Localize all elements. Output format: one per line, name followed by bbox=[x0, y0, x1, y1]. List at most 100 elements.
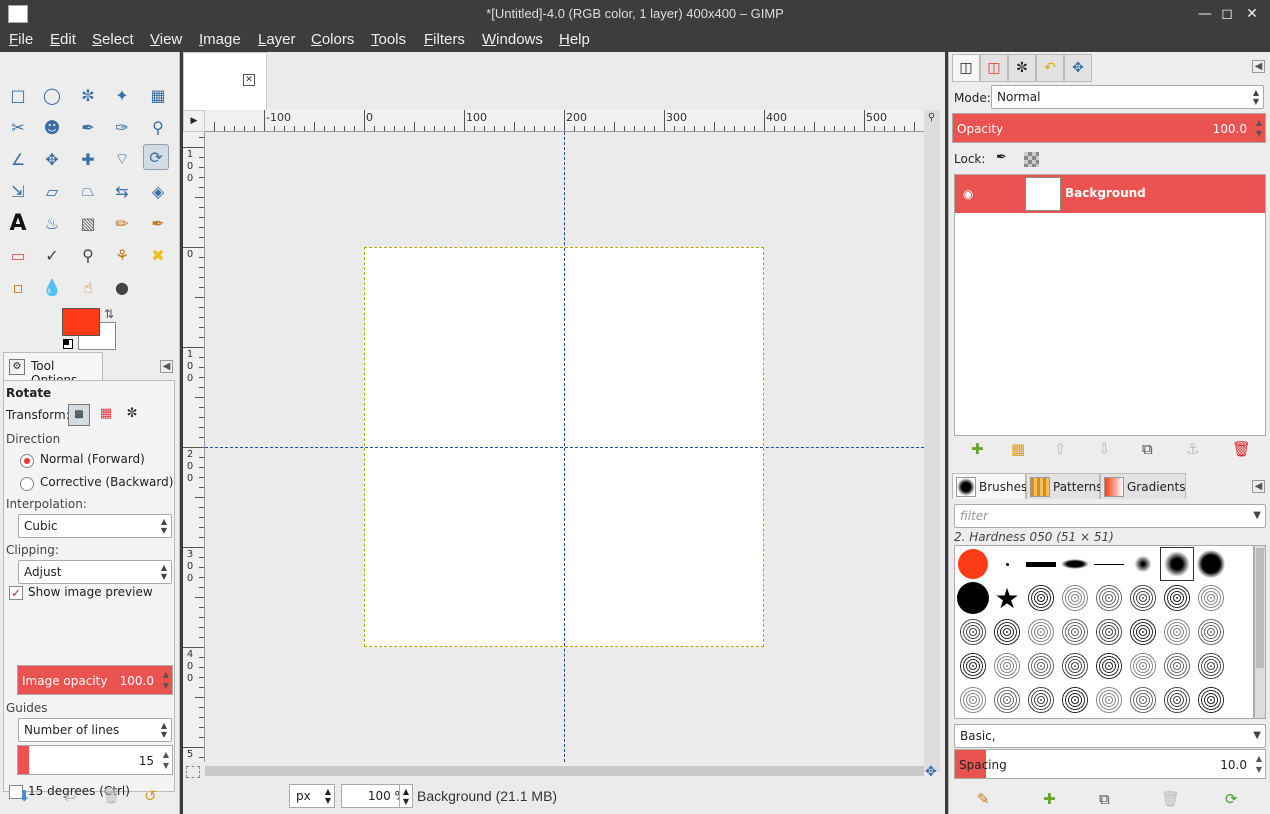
default-colors-icon[interactable] bbox=[63, 339, 73, 349]
blur-icon[interactable]: 💧 bbox=[39, 274, 65, 300]
brush-cell[interactable] bbox=[956, 547, 990, 581]
zoom-image-icon[interactable]: ⚲ bbox=[925, 112, 938, 126]
menu-image[interactable]: Image bbox=[199, 31, 241, 48]
duplicate-layer-icon[interactable]: ⧉ bbox=[1142, 440, 1153, 458]
new-brush-icon[interactable]: ✚ bbox=[1043, 790, 1056, 808]
transform-path-icon[interactable]: ✼ bbox=[124, 407, 140, 423]
brush-cell[interactable] bbox=[1024, 547, 1058, 581]
lower-layer-icon[interactable]: ⇩ bbox=[1098, 440, 1111, 458]
lock-alpha-icon[interactable] bbox=[1024, 152, 1039, 167]
layer-row[interactable]: ◉ Background bbox=[955, 175, 1265, 213]
layers-tab-icon[interactable]: ◫ bbox=[952, 54, 980, 82]
rotate-icon[interactable]: ⟳ bbox=[143, 144, 169, 170]
horizontal-scrollbar[interactable] bbox=[205, 766, 924, 776]
crop-icon[interactable]: ⌔ bbox=[109, 146, 135, 172]
free-select-icon[interactable]: ✼ bbox=[75, 82, 101, 108]
navigate-icon[interactable] bbox=[186, 766, 200, 778]
blend-icon[interactable]: ▧ bbox=[75, 210, 101, 236]
brush-cell[interactable] bbox=[956, 581, 990, 615]
brush-cell[interactable] bbox=[1194, 547, 1228, 581]
brush-scrollbar[interactable] bbox=[1254, 545, 1266, 719]
tab-patterns[interactable]: Patterns bbox=[1026, 473, 1102, 499]
brush-cell[interactable] bbox=[1160, 649, 1194, 683]
tab-gradients[interactable]: Gradients bbox=[1100, 473, 1186, 499]
anchor-layer-icon[interactable]: ⚓ bbox=[1186, 440, 1199, 458]
menu-colors[interactable]: Colors bbox=[311, 31, 354, 48]
clone-icon[interactable]: ⚘ bbox=[109, 242, 135, 268]
align-icon[interactable]: ✚ bbox=[75, 146, 101, 172]
panel-menu-icon[interactable]: ◀ bbox=[1252, 480, 1265, 493]
menu-file[interactable]: File bbox=[9, 31, 33, 48]
navigate-image-icon[interactable]: ✥ bbox=[925, 764, 937, 780]
eraser-icon[interactable]: ▭ bbox=[5, 242, 31, 268]
brush-cell[interactable] bbox=[1126, 649, 1160, 683]
smudge-icon[interactable]: ☝ bbox=[75, 274, 101, 300]
brush-cell[interactable] bbox=[1092, 615, 1126, 649]
canvas-viewport[interactable] bbox=[205, 132, 924, 762]
perspective-icon[interactable]: ⏢ bbox=[75, 178, 101, 204]
restore-options-icon[interactable]: ↩ bbox=[64, 789, 77, 807]
airbrush-icon[interactable]: ✓ bbox=[39, 242, 65, 268]
image-tab[interactable]: ✕ bbox=[183, 52, 267, 110]
pencil-icon[interactable]: ✏ bbox=[109, 210, 135, 236]
heal-icon[interactable]: ✖ bbox=[145, 242, 171, 268]
brush-cell[interactable] bbox=[1058, 581, 1092, 615]
transform-selection-icon[interactable]: ▦ bbox=[98, 407, 114, 423]
brush-cell[interactable] bbox=[990, 615, 1024, 649]
menu-select[interactable]: Select bbox=[92, 31, 134, 48]
brush-cell[interactable] bbox=[1024, 615, 1058, 649]
delete-brush-icon[interactable]: 🗑 bbox=[1161, 790, 1180, 808]
mode-select[interactable]: Normal ▲ ▼ bbox=[991, 85, 1264, 109]
menu-layer[interactable]: Layer bbox=[258, 31, 296, 48]
channels-tab-icon[interactable]: ◫ bbox=[980, 54, 1008, 82]
brush-cell[interactable] bbox=[1024, 649, 1058, 683]
menu-windows[interactable]: Windows bbox=[482, 31, 543, 48]
paintbrush-icon[interactable]: ✒ bbox=[145, 210, 171, 236]
scissors-select-icon[interactable]: ✂ bbox=[5, 114, 31, 140]
interpolation-select[interactable]: Cubic ▲ ▼ bbox=[18, 514, 172, 538]
menu-view[interactable]: View bbox=[150, 31, 182, 48]
brush-cell[interactable] bbox=[990, 683, 1024, 717]
image-canvas[interactable] bbox=[364, 247, 764, 647]
eye-icon[interactable]: ◉ bbox=[963, 187, 973, 201]
undo-history-tab-icon[interactable]: ↶ bbox=[1036, 54, 1064, 82]
fuzzy-select-icon[interactable]: ✦ bbox=[109, 82, 135, 108]
tab-brushes[interactable]: Brushes bbox=[952, 473, 1027, 499]
panel-menu-icon[interactable]: ◀ bbox=[160, 360, 173, 373]
cage-transform-icon[interactable]: ◈ bbox=[145, 178, 171, 204]
edit-brush-icon[interactable]: ✎ bbox=[977, 790, 990, 808]
brush-cell[interactable] bbox=[1058, 683, 1092, 717]
perspective-clone-icon[interactable]: ▫ bbox=[5, 274, 31, 300]
foreground-select-icon[interactable]: ☻ bbox=[39, 114, 65, 140]
swap-colors-icon[interactable]: ⇅ bbox=[104, 307, 114, 321]
menu-filters[interactable]: Filters bbox=[424, 31, 465, 48]
brush-scrollbar-thumb[interactable] bbox=[1256, 548, 1264, 668]
zoom-arrows-icon[interactable]: ▲ ▼ bbox=[399, 784, 413, 808]
brush-cell[interactable] bbox=[1126, 615, 1160, 649]
close-window-button[interactable]: ✕ bbox=[1243, 4, 1261, 24]
brush-cell[interactable] bbox=[1194, 581, 1228, 615]
menu-help[interactable]: Help bbox=[559, 31, 590, 48]
paths-tab-icon[interactable]: ✼ bbox=[1008, 54, 1036, 82]
duplicate-brush-icon[interactable]: ⧉ bbox=[1099, 790, 1110, 808]
direction-backward-radio[interactable] bbox=[20, 477, 34, 491]
guides-count-slider[interactable]: 15 ▲ ▼ bbox=[17, 745, 173, 775]
new-group-icon[interactable]: ▦ bbox=[1011, 440, 1025, 458]
brush-cell[interactable] bbox=[1126, 547, 1160, 581]
brush-tag-input[interactable]: Basic, ▼ bbox=[954, 724, 1266, 748]
brush-cell[interactable] bbox=[1160, 683, 1194, 717]
new-layer-icon[interactable]: ✚ bbox=[971, 440, 984, 458]
shear-icon[interactable]: ▱ bbox=[39, 178, 65, 204]
brush-cell[interactable]: ★ bbox=[990, 581, 1024, 615]
delete-options-icon[interactable]: 🗑 bbox=[102, 787, 121, 805]
rect-select-icon[interactable]: □ bbox=[5, 82, 31, 108]
brush-cell[interactable] bbox=[1092, 581, 1126, 615]
transform-layer-icon[interactable]: ▩ bbox=[68, 404, 90, 426]
menu-tools[interactable]: Tools bbox=[371, 31, 406, 48]
brush-cell[interactable] bbox=[1058, 615, 1092, 649]
image-opacity-slider[interactable]: Image opacity 100.0 ▲ ▼ bbox=[17, 665, 173, 695]
brush-cell[interactable] bbox=[1024, 683, 1058, 717]
panel-menu-icon[interactable]: ◀ bbox=[1252, 60, 1265, 73]
ink-icon[interactable]: ⚲ bbox=[75, 242, 101, 268]
brush-cell[interactable] bbox=[990, 547, 1024, 581]
